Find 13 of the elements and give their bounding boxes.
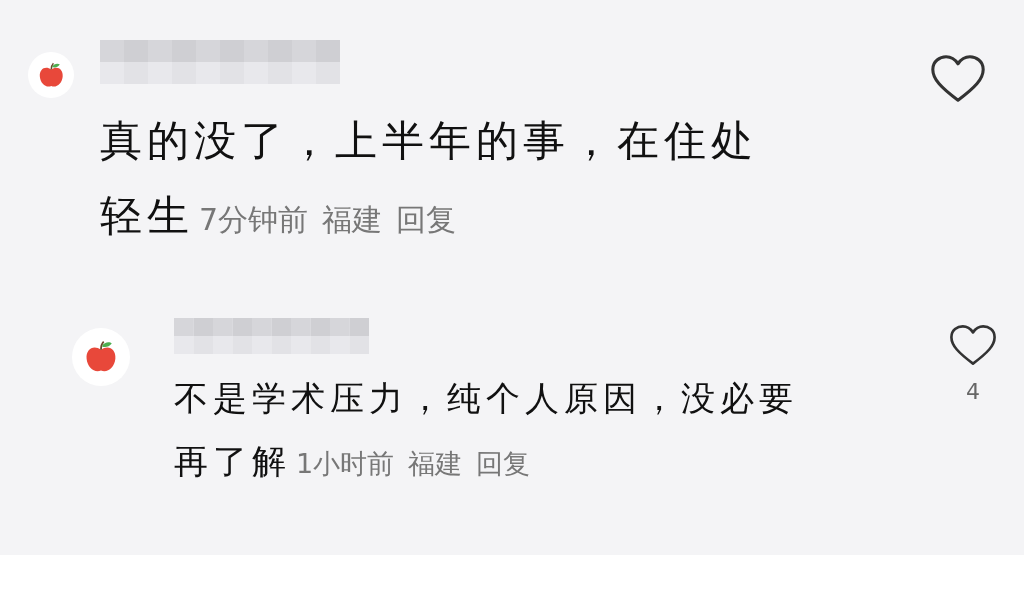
comment-location: 福建	[408, 448, 463, 479]
reply-link[interactable]: 回复	[476, 448, 531, 479]
comment-time: 1小时前	[296, 448, 395, 479]
comment-text: 再了解	[174, 441, 291, 481]
comment-time: 7分钟前	[199, 202, 309, 237]
comment-text: 轻生	[100, 191, 194, 240]
reply-link[interactable]: 回复	[396, 202, 457, 237]
heart-icon[interactable]	[930, 54, 986, 105]
comment-location: 福建	[322, 202, 383, 237]
comment-text: 不是学术压力，纯个人原因，没必要	[174, 378, 798, 418]
like-count: 4	[966, 379, 980, 405]
heart-icon[interactable]	[949, 324, 997, 368]
comment-text: 真的没了，上半年的事，在住处	[100, 116, 758, 165]
